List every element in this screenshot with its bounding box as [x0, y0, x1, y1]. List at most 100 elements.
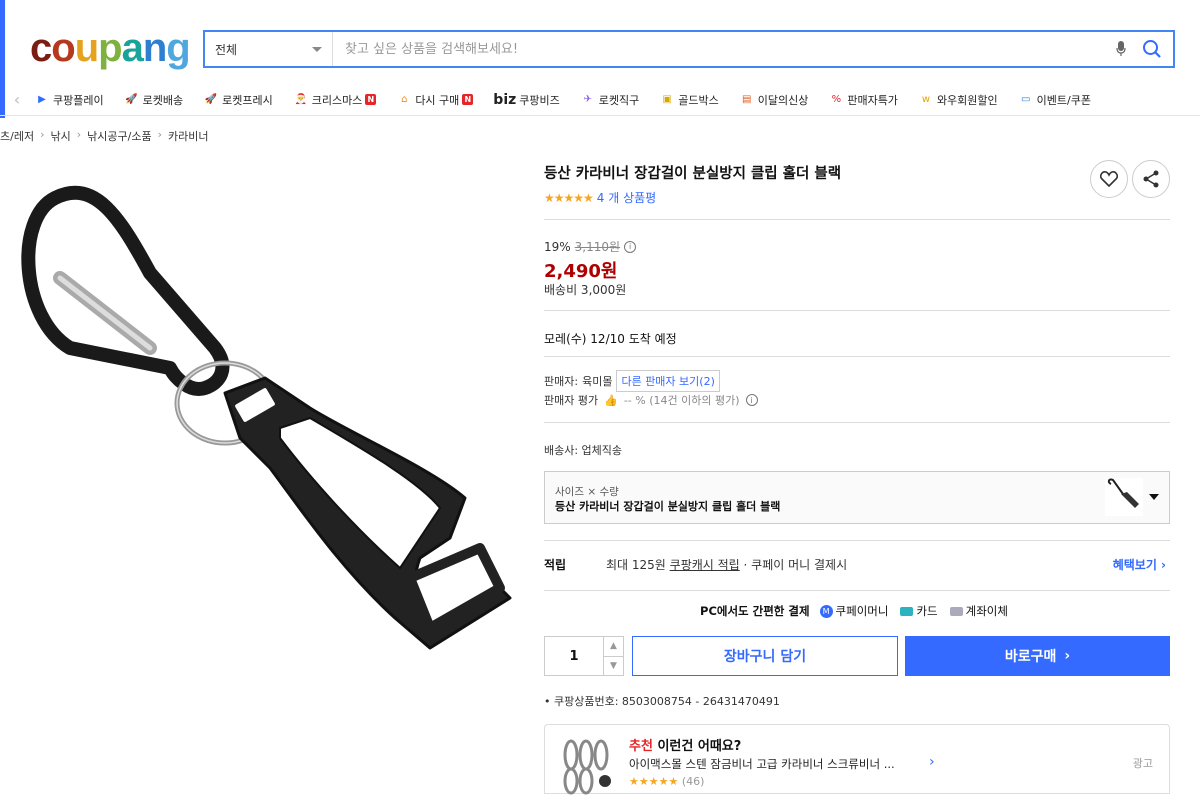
nav-item[interactable]: 🚀 로켓프레시: [203, 92, 273, 108]
chevron-right-icon: ›: [157, 128, 162, 141]
nav-item[interactable]: ▤ 이달의신상: [739, 92, 809, 108]
logo-letter: c: [30, 26, 52, 70]
nav-item-label: 로켓배송: [142, 93, 184, 107]
coupang-cash-link[interactable]: 쿠팡캐시 적립: [670, 558, 740, 572]
nav-item[interactable]: biz 쿠팡비즈: [493, 92, 559, 108]
search-icon: [1143, 40, 1161, 58]
shipping-fee: 배송비 3,000원: [544, 283, 627, 297]
rocket-fresh-icon: 🚀: [204, 94, 218, 105]
nav-item[interactable]: w 와우회원할인: [918, 92, 998, 108]
coupon-icon: ▭: [1020, 94, 1031, 105]
new-badge: N: [462, 94, 474, 105]
nav-item-label: 이달의신상: [757, 93, 809, 107]
heart-icon: [1100, 171, 1118, 187]
quantity-down-icon[interactable]: ▼: [604, 655, 623, 676]
add-to-cart-button[interactable]: 장바구니 담기: [632, 636, 898, 676]
nav-item[interactable]: ⌂ 다시 구매 N: [396, 92, 474, 108]
breadcrumb-item[interactable]: 카라비너: [168, 128, 208, 144]
coupay-icon: M: [819, 604, 833, 618]
chevron-down-icon: [1149, 494, 1159, 500]
breadcrumb: 츠/레저 › 낚시 › 낚시공구/소품 › 카라비너: [0, 128, 208, 144]
discount-row: 19% 3,110원 i: [544, 238, 637, 255]
nav-item[interactable]: 🎅 크리스마스 N: [293, 92, 377, 108]
info-icon[interactable]: i: [745, 394, 758, 406]
nav-items: ▶ 쿠팡플레이 🚀 로켓배송 🚀 로켓프레시 🎅 크리스마스 N ⌂ 다시 구매 N biz 쿠팡비즈 ✈ 로…: [34, 92, 1111, 108]
buy-now-button[interactable]: 바로구매 ›: [905, 636, 1170, 676]
divider: [544, 590, 1170, 591]
wishlist-button[interactable]: [1090, 160, 1128, 198]
points-label: 적립: [544, 558, 567, 572]
logo-letter: p: [98, 26, 122, 70]
play-icon: ▶: [38, 94, 46, 105]
original-price: 3,110원: [574, 240, 621, 254]
recommendation-heading: 추천 이런건 어때요?: [629, 739, 742, 754]
option-select[interactable]: 사이즈 × 수량 등산 카라비너 장갑걸이 분실방지 클립 홀더 블랙: [544, 471, 1170, 524]
divider: [544, 356, 1170, 357]
header: coupang 전체 ‹ ▶쿠팡플레이 🚀로켓배송 🚀 로켓프레시 🎅크리스마스N ⌂다시…: [0, 0, 1200, 118]
recommendation-name[interactable]: 아이맥스몰 스텐 잠금비너 고급 카라비너 스크류비너 ...: [629, 756, 895, 772]
divider: [544, 310, 1170, 311]
option-thumbnail: [1105, 478, 1143, 516]
other-sellers-button[interactable]: 다른 판매자 보기(2): [616, 370, 720, 392]
percent-icon: %: [831, 94, 842, 105]
quantity-up-icon[interactable]: ▲: [604, 637, 623, 656]
chevron-right-icon: ›: [1064, 648, 1071, 664]
divider: [544, 422, 1170, 423]
logo-letter: a: [121, 26, 144, 70]
nav-item-label: 와우회원할인: [936, 93, 998, 107]
nav-item[interactable]: ▶ 쿠팡플레이: [34, 92, 103, 108]
seller-rating-label: 판매자 평가: [544, 394, 599, 407]
quantity-stepper[interactable]: 1 ▲ ▼: [544, 636, 624, 676]
search-category-select[interactable]: 전체: [205, 32, 333, 66]
seller-row: 판매자: 육미몰 다른 판매자 보기(2): [544, 370, 720, 392]
breadcrumb-item[interactable]: 츠/레저: [0, 128, 34, 144]
breadcrumb-item[interactable]: 낚시공구/소품: [87, 128, 151, 144]
recommendation-thumbnail: [563, 739, 611, 795]
divider: [544, 219, 1170, 220]
biz-icon: biz: [493, 91, 517, 108]
microphone-icon[interactable]: [1111, 38, 1131, 60]
share-button[interactable]: [1132, 160, 1170, 198]
delivery-date: 모레(수) 12/10 도착 예정: [544, 332, 677, 346]
payment-row: PC에서도 간편한 결제 M 쿠페이머니 카드 계좌이체: [544, 603, 1170, 619]
info-icon[interactable]: i: [624, 240, 637, 253]
global-icon: ✈: [583, 94, 592, 105]
logo-letter: o: [51, 26, 75, 70]
search-button[interactable]: [1137, 34, 1167, 64]
nav-prev-arrow-icon[interactable]: ‹: [0, 90, 34, 109]
search-input[interactable]: [333, 32, 1111, 66]
nav-item[interactable]: ▣ 골드박스: [659, 92, 719, 108]
nav-item[interactable]: % 판매자특가: [828, 92, 898, 108]
recommendation-card[interactable]: 추천 이런건 어때요? 아이맥스몰 스텐 잠금비너 고급 카라비너 스크류비너 …: [544, 724, 1170, 795]
nav-item-label: 쿠팡비즈: [519, 93, 560, 107]
product-id: • 쿠팡상품번호: 8503008754 - 26431470491: [544, 695, 780, 708]
recommendation-rating: ★★★★★ (46): [629, 775, 705, 788]
new-bag-icon: ▤: [741, 94, 752, 105]
nav-item[interactable]: 🚀 로켓배송: [124, 92, 183, 108]
new-badge: N: [365, 94, 377, 105]
option-label: 사이즈 × 수량: [555, 486, 619, 498]
nav-item-label: 로켓직구: [598, 93, 640, 107]
repurchase-icon: ⌂: [401, 94, 408, 105]
review-count-link[interactable]: 4 개 상품평: [597, 189, 656, 206]
chevron-right-icon: ›: [76, 128, 82, 141]
discount-rate: 19%: [544, 239, 571, 254]
points-desc: 최대 125원 쿠팡캐시 적립 · 쿠페이 머니 결제시: [606, 558, 848, 572]
breadcrumb-item[interactable]: 낚시: [50, 128, 70, 144]
payment-bank: 계좌이체: [949, 603, 1008, 619]
nav-item-label: 로켓프레시: [222, 93, 273, 107]
benefit-link[interactable]: 혜택보기 ›: [1113, 556, 1166, 573]
bank-icon: [949, 606, 963, 616]
wow-icon: w: [921, 94, 931, 105]
product-image[interactable]: [10, 178, 520, 668]
nav-item[interactable]: ✈ 로켓직구: [580, 92, 640, 108]
category-nav: ‹ ▶ 쿠팡플레이 🚀 로켓배송 🚀 로켓프레시 🎅 크리스마스 N ⌂ 다시 구매 N biz 쿠팡비즈…: [0, 84, 1200, 116]
quantity-value[interactable]: 1: [545, 637, 603, 675]
coupang-logo[interactable]: coupang: [30, 26, 191, 70]
nav-item[interactable]: ▭ 이벤트/쿠폰: [1018, 92, 1091, 108]
chevron-right-icon[interactable]: ›: [929, 754, 935, 770]
nav-item-label: 판매자특가: [847, 93, 898, 107]
logo-letter: u: [74, 26, 99, 70]
ship-company: 배송사: 업체직송: [544, 444, 623, 457]
goldbox-icon: ▣: [662, 94, 672, 105]
